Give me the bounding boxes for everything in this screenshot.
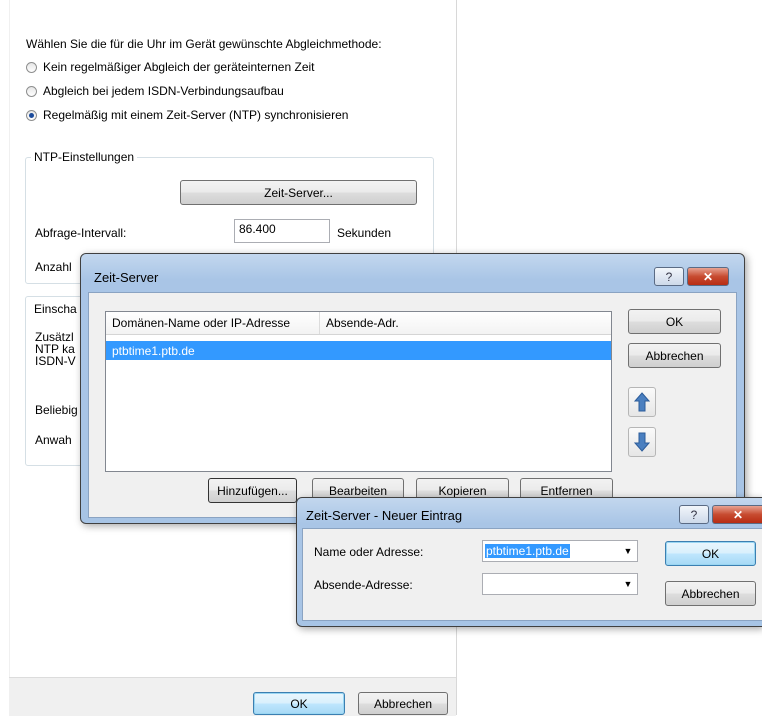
option-ntp-sync[interactable]: Regelmäßig mit einem Zeit-Server (NTP) s… (26, 108, 348, 122)
main-ok-button[interactable]: OK (253, 692, 345, 715)
server-list-cell-name: ptbtime1.ptb.de (112, 343, 195, 358)
arrow-up-icon (634, 392, 650, 412)
close-icon: ✕ (702, 269, 714, 284)
option-isdn-sync[interactable]: Abgleich bei jedem ISDN-Verbindungsaufba… (26, 84, 284, 98)
absende-address-label: Absende-Adresse: (314, 578, 413, 592)
new-entry-close-icon: ✕ (732, 507, 744, 522)
new-entry-help-icon: ? (690, 507, 698, 522)
new-entry-cancel-button[interactable]: Abbrechen (665, 581, 756, 606)
second-group-text: Zusätzl NTP ka ISDN-V (35, 331, 76, 367)
add-button[interactable]: Hinzufügen... (208, 478, 297, 503)
new-entry-close-button[interactable]: ✕ (712, 505, 762, 524)
name-address-label: Name oder Adresse: (314, 545, 424, 559)
absende-chevron-down-icon[interactable]: ▼ (619, 579, 637, 589)
main-cancel-button[interactable]: Abbrechen (358, 692, 448, 715)
server-list-row[interactable]: ptbtime1.ptb.de (106, 341, 611, 360)
new-entry-ok-button[interactable]: OK (665, 541, 756, 566)
zeit-server-button[interactable]: Zeit-Server... (180, 180, 417, 205)
move-up-button[interactable] (628, 387, 656, 417)
anzahl-label: Anzahl (35, 260, 72, 274)
absende-address-combo[interactable]: ▼ (482, 573, 638, 595)
move-down-button[interactable] (628, 427, 656, 457)
option-isdn-sync-label: Abgleich bei jedem ISDN-Verbindungsaufba… (43, 84, 284, 98)
help-icon: ? (665, 269, 673, 284)
second-group-line3: ISDN-V (35, 354, 76, 368)
ntp-settings-title: NTP-Einstellungen (31, 150, 138, 164)
server-list-header: Domänen-Name oder IP-Adresse Absende-Adr… (106, 312, 611, 335)
zeit-server-ok-button[interactable]: OK (628, 309, 721, 334)
arrow-down-icon (634, 432, 650, 452)
option-no-sync-label: Kein regelmäßiger Abgleich der geräteint… (43, 60, 315, 74)
sync-method-prompt: Wählen Sie die für die Uhr im Gerät gewü… (26, 37, 382, 51)
anwah-label: Anwah (35, 433, 72, 447)
interval-label: Abfrage-Intervall: (35, 226, 127, 240)
new-entry-help-button[interactable]: ? (679, 505, 709, 524)
zeit-server-dialog-title: Zeit-Server (94, 270, 159, 285)
name-address-value: ptbtime1.ptb.de (485, 544, 570, 558)
zeit-server-close-button[interactable]: ✕ (687, 267, 729, 286)
zeit-server-help-button[interactable]: ? (654, 267, 684, 286)
name-address-combo[interactable]: ptbtime1.ptb.de ▼ (482, 540, 638, 562)
interval-input[interactable]: 86.400 (234, 219, 330, 243)
option-no-sync[interactable]: Kein regelmäßiger Abgleich der geräteint… (26, 60, 315, 74)
chevron-down-icon[interactable]: ▼ (619, 546, 637, 556)
second-group-title: Einscha (31, 302, 80, 316)
zeit-server-cancel-button[interactable]: Abbrechen (628, 343, 721, 368)
radio-isdn-sync[interactable] (26, 85, 37, 97)
interval-unit: Sekunden (337, 226, 392, 240)
column-header-domain[interactable]: Domänen-Name oder IP-Adresse (106, 312, 320, 334)
beliebig-label: Beliebig (35, 403, 78, 417)
column-header-absende[interactable]: Absende-Adr. (320, 312, 611, 334)
server-list[interactable]: Domänen-Name oder IP-Adresse Absende-Adr… (105, 311, 612, 472)
radio-no-sync[interactable] (26, 61, 37, 73)
radio-ntp-sync[interactable] (26, 109, 37, 121)
new-entry-dialog-title: Zeit-Server - Neuer Eintrag (306, 508, 463, 523)
option-ntp-sync-label: Regelmäßig mit einem Zeit-Server (NTP) s… (43, 108, 349, 122)
